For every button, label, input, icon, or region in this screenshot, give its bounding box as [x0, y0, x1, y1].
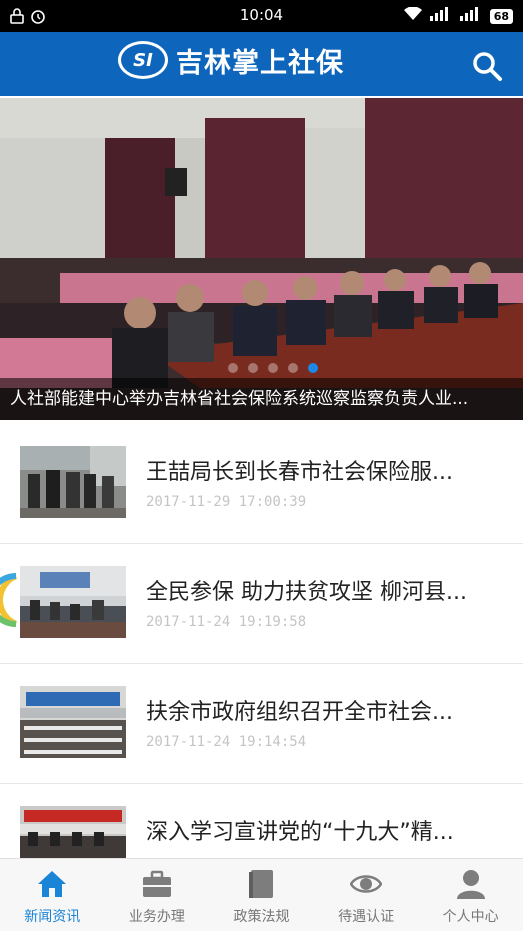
tab-label: 待遇认证 [338, 909, 395, 925]
pager-dot[interactable] [288, 363, 298, 373]
wifi-icon [403, 6, 422, 25]
tab-policy[interactable]: 政策法规 [209, 859, 314, 931]
logo-mark: SI [118, 41, 168, 79]
person-icon [456, 870, 485, 899]
list-item[interactable]: 全民参保 助力扶贫攻坚 柳河县... 2017-11-24 19:19:58 [0, 544, 523, 664]
tab-profile[interactable]: 个人中心 [418, 859, 523, 931]
signal-icon [459, 7, 482, 25]
tab-business[interactable]: 业务办理 [105, 859, 210, 931]
news-banner[interactable]: 人社部能建中心举办吉林省社会保险系统巡察监察负责人业... [0, 98, 523, 420]
tab-label: 业务办理 [128, 909, 185, 925]
book-icon [249, 870, 274, 898]
app-logo: SI 吉林掌上社保 [118, 38, 344, 82]
bottom-nav: 新闻资讯 业务办理 政策法规 待遇认证 个人中心 [0, 858, 523, 931]
signal-icon [429, 7, 452, 25]
progress-ring-icon [0, 572, 18, 628]
banner-pager [228, 363, 318, 373]
news-thumbnail [20, 446, 126, 518]
briefcase-icon [142, 870, 171, 897]
news-list: 王喆局长到长春市社会保险服... 2017-11-29 17:00:39 全民参… [0, 424, 523, 904]
app-title: 吉林掌上社保 [176, 47, 344, 79]
news-time: 2017-11-29 17:00:39 [146, 494, 307, 510]
tab-label: 政策法规 [233, 909, 290, 925]
news-time: 2017-11-24 19:14:54 [146, 734, 307, 750]
news-thumbnail [20, 686, 126, 758]
news-title: 全民参保 助力扶贫攻坚 柳河县... [146, 580, 467, 605]
search-button[interactable] [471, 50, 503, 82]
banner-caption[interactable]: 人社部能建中心举办吉林省社会保险系统巡察监察负责人业... [0, 378, 523, 420]
news-title: 王喆局长到长春市社会保险服... [146, 460, 453, 485]
tab-label: 个人中心 [442, 909, 499, 925]
news-thumbnail [20, 566, 126, 638]
pager-dot[interactable] [228, 363, 238, 373]
tab-news[interactable]: 新闻资讯 [0, 859, 105, 931]
home-icon [38, 871, 67, 897]
list-item[interactable]: 王喆局长到长春市社会保险服... 2017-11-29 17:00:39 [0, 424, 523, 544]
battery-level: 68 [489, 8, 513, 24]
news-title: 扶余市政府组织召开全市社会... [146, 700, 453, 725]
search-icon [473, 52, 502, 81]
tab-certification[interactable]: 待遇认证 [314, 859, 419, 931]
eye-icon [350, 875, 383, 893]
news-title: 深入学习宣讲党的“十九大”精... [146, 820, 454, 845]
news-time: 2017-11-24 19:19:58 [146, 614, 307, 630]
status-bar: 10:04 68 [0, 0, 523, 32]
pager-dot-active[interactable] [308, 363, 318, 373]
tab-label: 新闻资讯 [24, 909, 81, 925]
pager-dot[interactable] [248, 363, 258, 373]
app-header: SI 吉林掌上社保 [0, 32, 523, 96]
list-item[interactable]: 扶余市政府组织召开全市社会... 2017-11-24 19:14:54 [0, 664, 523, 784]
pager-dot[interactable] [268, 363, 278, 373]
